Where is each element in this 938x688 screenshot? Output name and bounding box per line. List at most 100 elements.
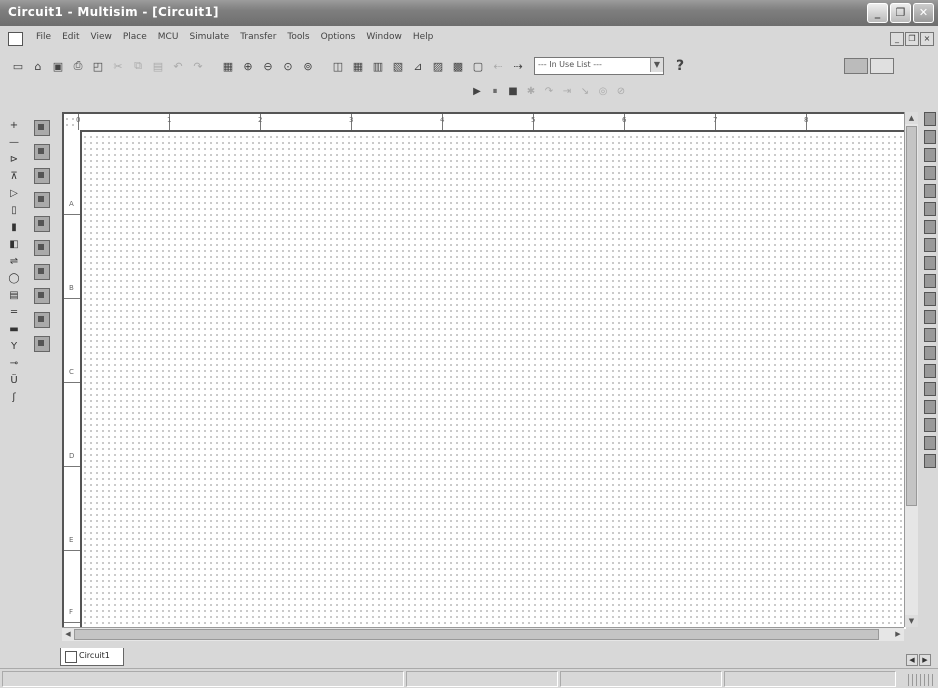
agilent-oscilloscope-icon[interactable] — [924, 400, 936, 414]
virtual-misc-icon[interactable] — [34, 288, 50, 304]
logic-converter-icon[interactable] — [924, 274, 936, 288]
menu-mcu[interactable]: MCU — [158, 32, 179, 42]
virtual-power-icon[interactable] — [34, 120, 50, 136]
ni-icon[interactable] — [870, 58, 894, 74]
vertical-scroll-thumb[interactable] — [906, 126, 917, 506]
oscilloscope-icon[interactable] — [924, 166, 936, 180]
redo-icon[interactable]: ↷ — [190, 58, 206, 74]
menu-tools[interactable]: Tools — [287, 32, 309, 42]
undo-icon[interactable]: ↶ — [170, 58, 186, 74]
probe-icon[interactable]: ✱ — [524, 84, 538, 98]
wattmeter-icon[interactable] — [924, 148, 936, 162]
tab-prev-icon[interactable]: ◀ — [906, 654, 918, 666]
virtual-measurement-icon[interactable] — [34, 264, 50, 280]
menu-simulate[interactable]: Simulate — [189, 32, 229, 42]
vertical-scrollbar[interactable]: ▲ ▼ — [904, 112, 918, 627]
agilent-generator-icon[interactable] — [924, 364, 936, 378]
virtual-transistor-icon[interactable] — [34, 240, 50, 256]
mdi-minimize-button[interactable]: _ — [890, 32, 904, 46]
zoom-out-icon[interactable]: ⊖ — [260, 58, 276, 74]
menu-edit[interactable]: Edit — [62, 32, 79, 42]
horizontal-scroll-thumb[interactable] — [74, 629, 879, 640]
distortion-analyzer-icon[interactable] — [924, 310, 936, 324]
virtual-3d-icon[interactable] — [34, 336, 50, 352]
database-icon[interactable]: ▥ — [370, 58, 386, 74]
zoom-fit-icon[interactable]: ⊚ — [300, 58, 316, 74]
power-icon[interactable]: ▤ — [8, 290, 20, 302]
print-icon[interactable]: ⎙ — [70, 58, 86, 74]
document-icon[interactable] — [8, 32, 23, 46]
labview-icon[interactable] — [924, 436, 936, 450]
scroll-up-icon[interactable]: ▲ — [905, 112, 918, 124]
scroll-right-icon[interactable]: ▶ — [892, 628, 904, 641]
agilent-multimeter-icon[interactable] — [924, 382, 936, 396]
zoom-area-icon[interactable]: ⊙ — [280, 58, 296, 74]
ultiboard-icon[interactable] — [844, 58, 868, 74]
place-bus-icon[interactable]: ʃ — [8, 392, 20, 404]
indicator-icon[interactable]: ◯ — [8, 273, 20, 285]
function-generator-icon[interactable] — [924, 130, 936, 144]
bode-plotter-icon[interactable] — [924, 202, 936, 216]
tektronix-oscilloscope-icon[interactable] — [924, 418, 936, 432]
iv-analyzer-icon[interactable] — [924, 292, 936, 306]
tab-circuit1[interactable]: Circuit1 — [60, 648, 124, 666]
print-preview-icon[interactable]: ◰ — [90, 58, 106, 74]
cmos-icon[interactable]: ▮ — [8, 222, 20, 234]
mdi-close-button[interactable]: × — [920, 32, 934, 46]
capture-screen-icon[interactable]: ▢ — [470, 58, 486, 74]
close-button[interactable]: ✕ — [913, 3, 934, 23]
step-into-icon[interactable]: ↘ — [578, 84, 592, 98]
copy-icon[interactable]: ⧉ — [130, 58, 146, 74]
resize-grip[interactable] — [908, 674, 936, 686]
minimize-button[interactable]: _ — [867, 3, 888, 23]
electrical-rules-icon[interactable]: ▩ — [450, 58, 466, 74]
forward-annotate-icon[interactable]: ⇢ — [510, 58, 526, 74]
step-over-icon[interactable]: ⇥ — [560, 84, 574, 98]
step-icon[interactable]: ↷ — [542, 84, 556, 98]
electromechanical-icon[interactable]: ⊸ — [8, 358, 20, 370]
basic-icon[interactable]: — — [8, 137, 20, 149]
mixed-icon[interactable]: ⇌ — [8, 256, 20, 268]
fullscreen-icon[interactable]: ▦ — [220, 58, 236, 74]
frequency-counter-icon[interactable] — [924, 220, 936, 234]
chevron-down-icon[interactable]: ▼ — [650, 58, 663, 72]
schematic-canvas[interactable] — [62, 112, 906, 629]
menu-options[interactable]: Options — [321, 32, 356, 42]
diode-icon[interactable]: ⊳ — [8, 154, 20, 166]
virtual-basic-icon[interactable] — [34, 192, 50, 208]
menu-transfer[interactable]: Transfer — [240, 32, 276, 42]
remove-breakpoint-icon[interactable]: ⊘ — [614, 84, 628, 98]
logic-analyzer-icon[interactable] — [924, 256, 936, 270]
breakpoint-icon[interactable]: ◎ — [596, 84, 610, 98]
in-use-list-dropdown[interactable]: --- In Use List --- ▼ — [534, 57, 664, 75]
help-icon[interactable]: ? — [672, 58, 688, 74]
four-channel-oscilloscope-icon[interactable] — [924, 184, 936, 198]
misc-digital-icon[interactable]: ◧ — [8, 239, 20, 251]
menu-place[interactable]: Place — [123, 32, 147, 42]
menu-view[interactable]: View — [91, 32, 112, 42]
analog-icon[interactable]: ▷ — [8, 188, 20, 200]
mdi-restore-button[interactable]: ❐ — [905, 32, 919, 46]
component-wizard-icon[interactable]: ▧ — [390, 58, 406, 74]
rf-icon[interactable]: Y — [8, 341, 20, 353]
scroll-left-icon[interactable]: ◀ — [62, 628, 74, 641]
restore-button[interactable]: ❐ — [890, 3, 911, 23]
open-icon[interactable]: ⌂ — [30, 58, 46, 74]
transistor-icon[interactable]: ⊼ — [8, 171, 20, 183]
postprocessor-icon[interactable]: ▨ — [430, 58, 446, 74]
zoom-in-icon[interactable]: ⊕ — [240, 58, 256, 74]
design-toolbox-icon[interactable]: ◫ — [330, 58, 346, 74]
source-icon[interactable]: + — [8, 120, 20, 132]
tab-next-icon[interactable]: ▶ — [919, 654, 931, 666]
spreadsheet-icon[interactable]: ▦ — [350, 58, 366, 74]
pause-icon[interactable]: ⏸ — [488, 84, 502, 98]
advanced-peripherals-icon[interactable]: ▬ — [8, 324, 20, 336]
run-icon[interactable]: ▶ — [470, 84, 484, 98]
new-icon[interactable]: ▭ — [10, 58, 26, 74]
save-icon[interactable]: ▣ — [50, 58, 66, 74]
word-generator-icon[interactable] — [924, 238, 936, 252]
virtual-rated-icon[interactable] — [34, 312, 50, 328]
network-analyzer-icon[interactable] — [924, 346, 936, 360]
mcu-icon[interactable]: Ü — [8, 375, 20, 387]
spectrum-analyzer-icon[interactable] — [924, 328, 936, 342]
